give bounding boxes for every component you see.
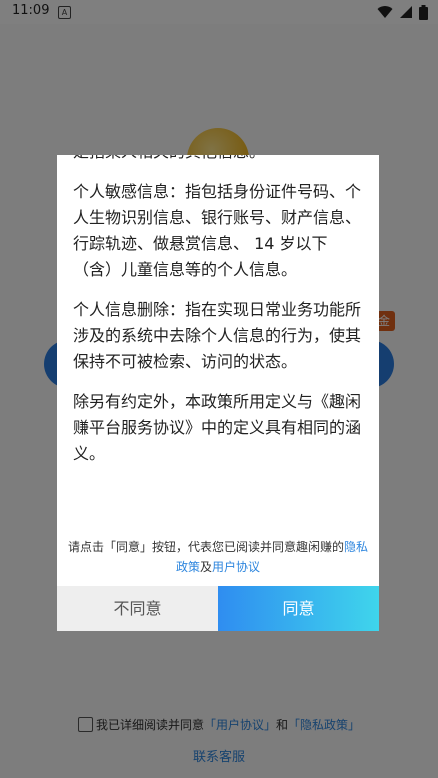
privacy-dialog: 是指某人相关的其他信息。 个人敏感信息：指包括身份证件号码、个人生物识别信息、银… xyxy=(57,155,379,631)
agree-button[interactable]: 同意 xyxy=(218,586,379,631)
policy-paragraph: 是指某人相关的其他信息。 xyxy=(73,155,361,165)
notice-and: 及 xyxy=(199,560,212,574)
dialog-buttons: 不同意 同意 xyxy=(57,586,379,631)
consent-notice: 请点击「同意」按钮，代表您已阅读并同意趣闲赚的隐私政策及用户协议 xyxy=(65,537,371,577)
policy-paragraph: 个人信息删除：指在实现日常业务功能所涉及的系统中去除个人信息的行为，使其保持不可… xyxy=(73,300,362,371)
disagree-button[interactable]: 不同意 xyxy=(57,586,218,631)
policy-text: 是指某人相关的其他信息。 个人敏感信息：指包括身份证件号码、个人生物识别信息、银… xyxy=(73,155,361,481)
policy-scroll-area[interactable]: 是指某人相关的其他信息。 个人敏感信息：指包括身份证件号码、个人生物识别信息、银… xyxy=(57,155,379,535)
policy-paragraph: 个人敏感信息：指包括身份证件号码、个人生物识别信息、银行账号、财产信息、行踪轨迹… xyxy=(73,182,362,279)
notice-user-agreement-link[interactable]: 用户协议 xyxy=(212,560,260,574)
policy-paragraph: 除另有约定外，本政策所用定义与《趣闲赚平台服务协议》中的定义具有相同的涵义。 xyxy=(73,392,362,463)
notice-prefix: 请点击「同意」按钮，代表您已阅读并同意趣闲赚的 xyxy=(67,540,344,554)
